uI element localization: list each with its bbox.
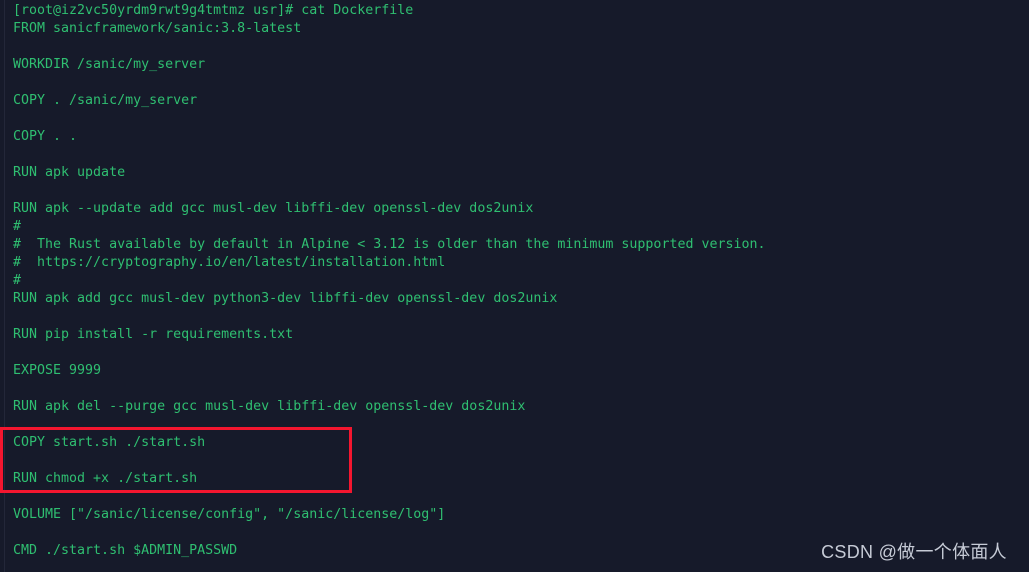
terminal-window[interactable]: [root@iz2vc50yrdm9rwt9g4tmtmz usr]# cat …: [0, 0, 1029, 572]
terminal-line: EXPOSE 9999: [13, 363, 102, 378]
terminal-line: COPY . .: [13, 129, 78, 144]
terminal-line: RUN pip install -r requirements.txt: [13, 327, 294, 342]
terminal-line: RUN apk add gcc musl-dev python3-dev lib…: [13, 291, 558, 306]
terminal-line: # https://cryptography.io/en/latest/inst…: [13, 255, 446, 270]
terminal-line: COPY . /sanic/my_server: [13, 93, 198, 108]
terminal-line: RUN apk update: [13, 165, 126, 180]
terminal-line: WORKDIR /sanic/my_server: [13, 57, 206, 72]
terminal-line: RUN chmod +x ./start.sh: [13, 471, 198, 486]
terminal-output: [root@iz2vc50yrdm9rwt9g4tmtmz usr]# cat …: [0, 2, 1029, 560]
terminal-line: FROM sanicframework/sanic:3.8-latest: [13, 21, 302, 36]
terminal-line: [root@iz2vc50yrdm9rwt9g4tmtmz usr]# cat …: [13, 3, 414, 18]
terminal-line: RUN apk --update add gcc musl-dev libffi…: [13, 201, 534, 216]
csdn-watermark: CSDN @做一个体面人: [821, 542, 1007, 562]
terminal-line: #: [13, 273, 22, 288]
terminal-line: # The Rust available by default in Alpin…: [13, 237, 766, 252]
terminal-line: #: [13, 219, 22, 234]
terminal-line: RUN apk del --purge gcc musl-dev libffi-…: [13, 399, 526, 414]
terminal-line: COPY start.sh ./start.sh: [13, 435, 206, 450]
terminal-line: VOLUME ["/sanic/license/config", "/sanic…: [13, 507, 446, 522]
